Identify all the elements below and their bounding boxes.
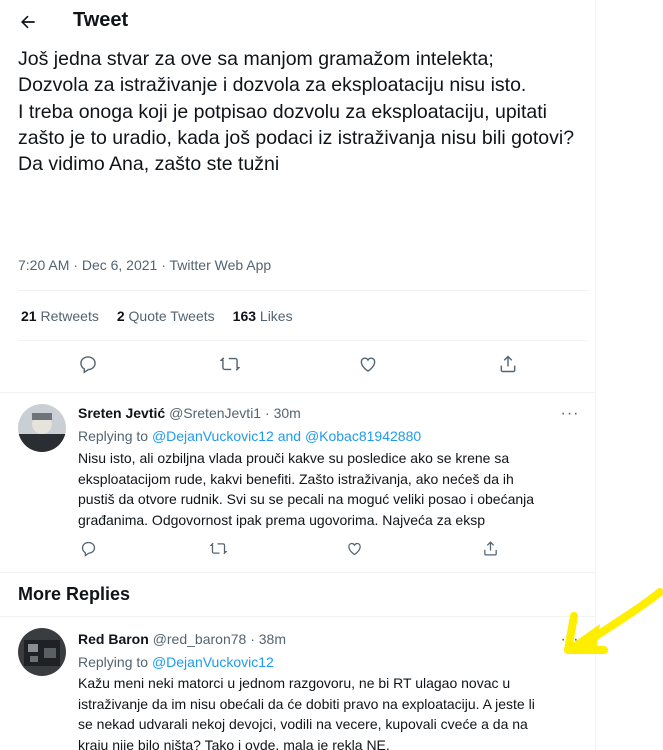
author-name[interactable]: Sreten Jevtić — [78, 405, 165, 421]
retweet-button[interactable] — [218, 352, 242, 376]
reply-text: Nisu isto, ali ozbiljna vlada prouči kak… — [78, 450, 535, 528]
quotes-count: 2 — [116, 308, 125, 324]
share-icon — [483, 540, 497, 556]
tweet-action-bar — [0, 352, 595, 382]
more-replies-heading: More Replies — [18, 584, 131, 604]
meta-separator: · — [161, 257, 170, 273]
divider — [18, 340, 588, 341]
tweet-text: Još jedna stvar za ove sa manjom gramažo… — [18, 48, 575, 176]
avatar-image — [18, 404, 66, 452]
retweets-label: Retweets — [40, 308, 99, 324]
reply-header: Red Baron @red_baron78 · 38m — [78, 631, 286, 647]
avatar[interactable] — [18, 404, 66, 452]
more-icon: ··· — [560, 405, 580, 422]
like-button[interactable] — [342, 536, 366, 560]
divider — [0, 392, 595, 393]
likes-count: 163 — [232, 308, 257, 324]
arrow-left-icon — [21, 15, 35, 29]
replying-label: Replying to — [78, 428, 149, 444]
quotes-stat[interactable]: 2 Quote Tweets — [117, 308, 215, 324]
like-button[interactable] — [356, 352, 380, 376]
page-title: Tweet — [73, 9, 129, 31]
annotation-arrow — [560, 580, 663, 660]
tweet-stats: 21 Retweets 2 Quote Tweets 163 Likes — [21, 308, 293, 324]
retweet-button[interactable] — [206, 536, 230, 560]
avatar[interactable] — [18, 628, 66, 676]
quotes-label: Quote Tweets — [128, 308, 215, 324]
reply-time[interactable]: 30m — [274, 405, 301, 421]
likes-label: Likes — [259, 308, 293, 324]
replying-to: Replying to @DejanVuckovic12 — [78, 654, 274, 670]
author-name[interactable]: Red Baron — [78, 631, 149, 647]
share-button[interactable] — [496, 352, 520, 376]
back-button[interactable] — [14, 8, 42, 36]
reply-icon — [81, 541, 95, 557]
reply-header: Sreten Jevtić @SretenJevti1 · 30m — [78, 405, 301, 421]
reply-button[interactable] — [76, 352, 100, 376]
replying-to-link[interactable]: @DejanVuckovic12 — [152, 654, 274, 670]
tweet-date[interactable]: Dec 6, 2021 — [82, 257, 158, 273]
likes-stat[interactable]: 163 Likes — [233, 308, 293, 324]
replying-to-link[interactable]: @DejanVuckovic12 and @Kobac81942880 — [152, 428, 421, 444]
retweets-count: 21 — [21, 308, 37, 324]
meta-separator: · — [250, 631, 259, 647]
meta-separator: · — [265, 405, 274, 421]
avatar-image — [18, 628, 66, 676]
reply-icon — [80, 356, 96, 374]
more-options-button[interactable]: ··· — [558, 404, 582, 424]
author-handle[interactable]: @SretenJevti1 — [169, 405, 261, 421]
tweet-source[interactable]: Twitter Web App — [170, 257, 272, 273]
divider — [0, 572, 595, 573]
reply-action-bar — [0, 536, 595, 566]
author-handle[interactable]: @red_baron78 — [153, 631, 247, 647]
reply-button[interactable] — [76, 536, 100, 560]
tweet-time[interactable]: 7:20 AM — [18, 257, 69, 273]
replying-label: Replying to — [78, 654, 149, 670]
divider — [18, 290, 588, 291]
heart-icon — [347, 542, 361, 555]
share-button[interactable] — [478, 536, 502, 560]
retweet-icon — [209, 542, 227, 554]
yellow-arrow-icon — [564, 588, 663, 654]
tweet-detail-column: Tweet Još jedna stvar za ove sa manjom g… — [0, 0, 596, 750]
retweets-stat[interactable]: 21 Retweets — [21, 308, 99, 324]
divider — [0, 616, 595, 617]
meta-separator: · — [73, 257, 82, 273]
share-icon — [500, 355, 516, 373]
reply-time[interactable]: 38m — [259, 631, 286, 647]
replying-to: Replying to @DejanVuckovic12 and @Kobac8… — [78, 428, 421, 444]
retweet-icon — [220, 357, 240, 371]
heart-icon — [360, 357, 376, 372]
reply-text: Kažu meni neki matorci u jednom razgovor… — [78, 675, 535, 750]
tweet-meta: 7:20 AM · Dec 6, 2021 · Twitter Web App — [18, 257, 271, 273]
top-bar: Tweet — [0, 0, 595, 44]
